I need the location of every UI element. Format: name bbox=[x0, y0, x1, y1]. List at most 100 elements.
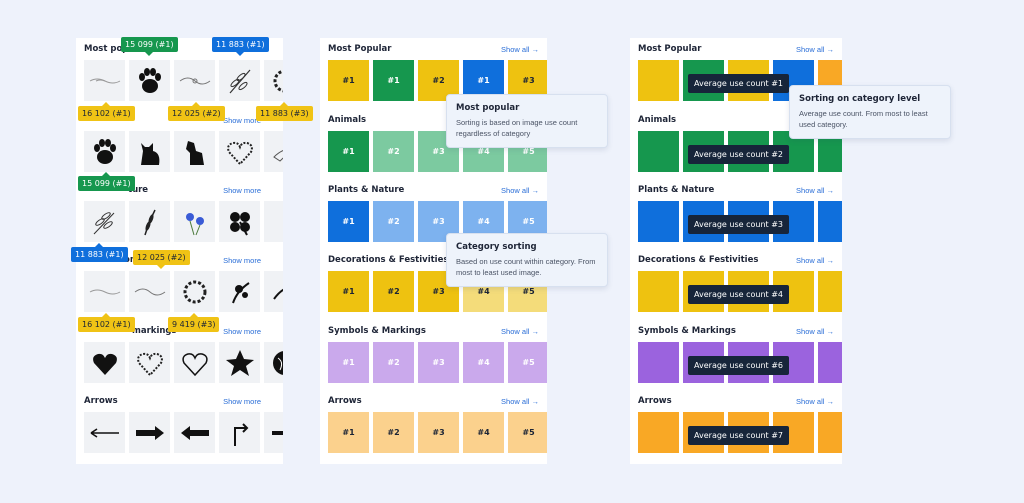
show-all-link[interactable]: Show all → bbox=[501, 186, 539, 195]
floral-corner-icon bbox=[231, 281, 250, 303]
rank-tile[interactable]: #2 bbox=[373, 271, 414, 312]
icon-tile[interactable] bbox=[129, 412, 170, 453]
rank-tile[interactable]: #1 bbox=[328, 201, 369, 242]
rank-tile[interactable]: #4 bbox=[463, 412, 504, 453]
show-all-link[interactable]: Show all → bbox=[501, 327, 539, 336]
show-all-link[interactable]: Show all → bbox=[501, 397, 539, 406]
icon-tile[interactable] bbox=[84, 60, 125, 101]
rank-tile[interactable]: #3 bbox=[418, 412, 459, 453]
star-icon bbox=[225, 349, 254, 376]
icon-tile[interactable] bbox=[219, 271, 260, 312]
icon-tile[interactable] bbox=[219, 60, 260, 101]
section-title: Most Popular bbox=[328, 44, 392, 54]
rank-tile[interactable]: #1 bbox=[328, 271, 369, 312]
rank-tile[interactable]: #2 bbox=[373, 342, 414, 383]
section-title: Symbols & Markings bbox=[638, 326, 736, 336]
poppy-icon bbox=[282, 214, 283, 219]
icon-tile[interactable] bbox=[264, 131, 283, 172]
icon-tile[interactable] bbox=[129, 60, 170, 101]
icon-tile[interactable] bbox=[264, 342, 283, 383]
average-use-count-label: Average use count #2 bbox=[688, 145, 790, 164]
show-more-link[interactable]: Show more bbox=[223, 256, 261, 265]
rank-tile[interactable]: #2 bbox=[373, 412, 414, 453]
rank-tile[interactable]: #5 bbox=[508, 412, 547, 453]
flowers-icon bbox=[185, 212, 204, 235]
dog-icon bbox=[185, 140, 204, 165]
icon-tile[interactable] bbox=[219, 201, 260, 242]
rank-tile[interactable]: #1 bbox=[328, 342, 369, 383]
color-tile[interactable] bbox=[818, 201, 842, 242]
rank-tile[interactable]: #1 bbox=[373, 60, 414, 101]
color-tile[interactable] bbox=[818, 412, 842, 453]
icon-tile[interactable] bbox=[174, 201, 215, 242]
color-tile[interactable] bbox=[818, 342, 842, 383]
section-title: Decorations & Festivities bbox=[638, 255, 759, 265]
rank-tile[interactable]: #3 bbox=[418, 342, 459, 383]
color-tile[interactable] bbox=[638, 412, 679, 453]
rank-tile[interactable]: #1 bbox=[328, 131, 369, 172]
color-tile[interactable] bbox=[638, 60, 679, 101]
icon-tile[interactable] bbox=[84, 271, 125, 312]
show-more-link[interactable]: Show more bbox=[223, 327, 261, 336]
rank-tile[interactable]: #2 bbox=[373, 131, 414, 172]
section-title: Plants & Nature bbox=[328, 185, 405, 195]
icon-tile[interactable] bbox=[264, 60, 283, 101]
section-title: Symbols & Markings bbox=[328, 326, 426, 336]
icon-tile[interactable] bbox=[174, 271, 215, 312]
icon-row bbox=[84, 271, 283, 312]
paw-icon bbox=[138, 67, 161, 93]
rank-tile[interactable]: #5 bbox=[508, 342, 547, 383]
show-all-link[interactable]: Show all → bbox=[796, 256, 834, 265]
section-title: Decorations & Festivities bbox=[328, 255, 449, 265]
show-all-link[interactable]: Show all → bbox=[796, 45, 834, 54]
heart-pattern-icon bbox=[226, 141, 253, 165]
section-title: Arrows bbox=[328, 396, 362, 406]
icon-tile[interactable] bbox=[174, 131, 215, 172]
icon-tile[interactable] bbox=[129, 201, 170, 242]
icon-tile[interactable] bbox=[264, 412, 283, 453]
color-tile[interactable] bbox=[638, 342, 679, 383]
arrow-line-icon bbox=[271, 430, 283, 435]
color-tile[interactable] bbox=[638, 201, 679, 242]
show-all-link[interactable]: Show all → bbox=[796, 397, 834, 406]
icon-tile[interactable] bbox=[174, 60, 215, 101]
icon-tile[interactable] bbox=[219, 412, 260, 453]
info-tooltip: Sorting on category level Average use cou… bbox=[789, 85, 951, 139]
color-tile[interactable] bbox=[638, 271, 679, 312]
color-tile[interactable] bbox=[818, 271, 842, 312]
section-header: Most Popular Show all → bbox=[328, 42, 539, 56]
rank-tile[interactable]: #1 bbox=[328, 60, 369, 101]
icon-tile[interactable] bbox=[264, 201, 283, 242]
use-count-badge: 12 025 (#2) bbox=[133, 250, 190, 269]
icon-tile[interactable] bbox=[174, 412, 215, 453]
show-more-link[interactable]: Show more bbox=[223, 397, 261, 406]
icon-tile[interactable] bbox=[129, 131, 170, 172]
use-count-badge: 12 025 (#2) bbox=[168, 102, 225, 121]
icon-tile[interactable] bbox=[264, 271, 283, 312]
icon-tile[interactable] bbox=[129, 271, 170, 312]
icon-tile[interactable] bbox=[84, 412, 125, 453]
icon-tile[interactable] bbox=[174, 342, 215, 383]
rank-tile[interactable]: #1 bbox=[328, 412, 369, 453]
icon-tile[interactable] bbox=[219, 342, 260, 383]
show-all-link[interactable]: Show all → bbox=[796, 327, 834, 336]
rank-tile[interactable]: #2 bbox=[373, 201, 414, 242]
show-all-link[interactable]: Show all → bbox=[796, 186, 834, 195]
icon-row bbox=[84, 131, 283, 172]
icon-tile[interactable] bbox=[129, 342, 170, 383]
icon-tile[interactable] bbox=[84, 342, 125, 383]
section-header: Decorations & Festivities Show all → bbox=[638, 253, 834, 267]
icon-tile[interactable] bbox=[84, 201, 125, 242]
tooltip-body: Average use count. From most to least us… bbox=[799, 109, 928, 129]
show-more-link[interactable]: Show more bbox=[223, 186, 261, 195]
rank-tile[interactable]: #4 bbox=[463, 342, 504, 383]
icon-tile[interactable] bbox=[219, 131, 260, 172]
color-tile[interactable] bbox=[638, 131, 679, 172]
arrow-left-icon bbox=[90, 427, 119, 438]
section-header: Arrows Show all → bbox=[638, 394, 834, 408]
average-use-count-label: Average use count #7 bbox=[688, 426, 790, 445]
laurel-branch-icon bbox=[229, 69, 250, 93]
use-count-badge: 16 102 (#1) bbox=[78, 313, 135, 332]
show-all-link[interactable]: Show all → bbox=[501, 45, 539, 54]
icon-tile[interactable] bbox=[84, 131, 125, 172]
